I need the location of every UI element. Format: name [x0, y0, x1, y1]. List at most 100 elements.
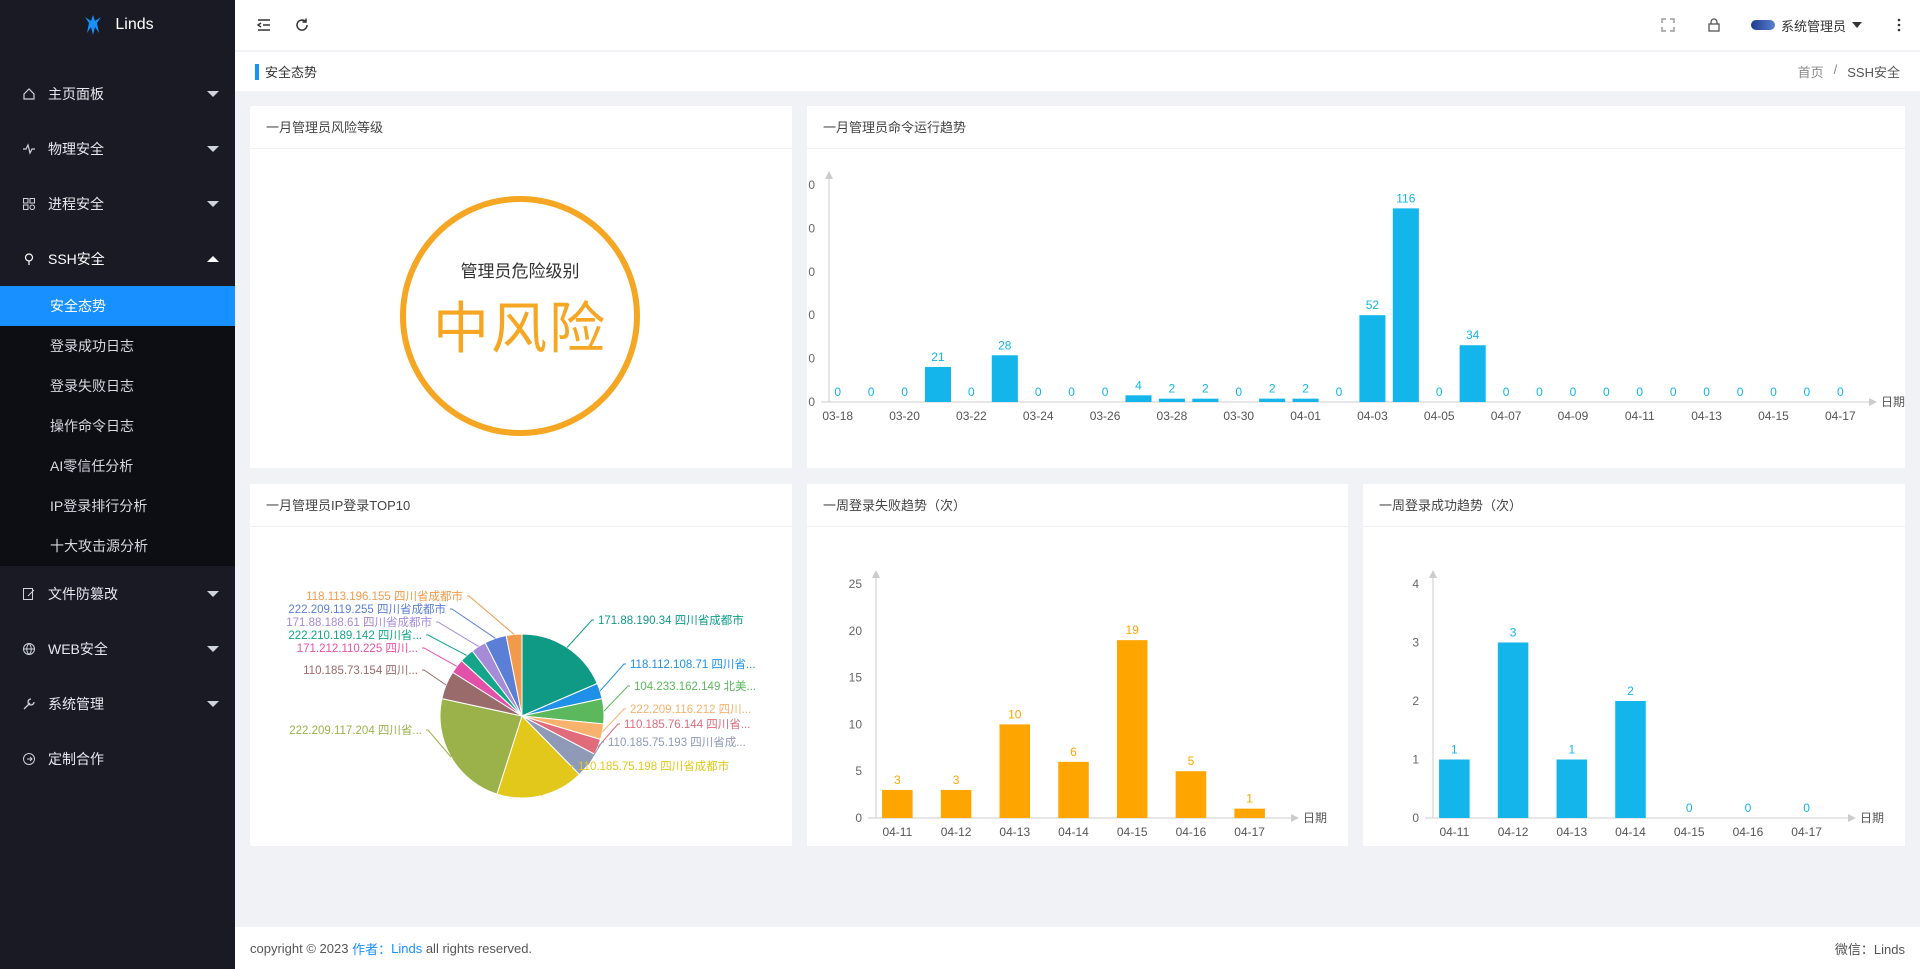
data-label: 0	[1035, 385, 1042, 399]
data-label: 5	[1188, 754, 1195, 768]
bar	[1392, 208, 1419, 402]
sidebar-item-label: SSH安全	[48, 250, 105, 267]
sidebar-subitem-top-attack-sources[interactable]: 十大攻击源分析	[0, 526, 235, 566]
chevron-down-icon	[207, 145, 219, 152]
sidebar-subitem-login-fail-log[interactable]: 登录失败日志	[0, 366, 235, 406]
x-tick-label: 04-17	[1791, 825, 1822, 839]
page-title-bar: 安全态势 首页 / SSH安全	[235, 51, 1920, 91]
pie-label: 118.113.196.155 四川省成都市	[306, 589, 463, 603]
pie-label-line	[599, 663, 626, 692]
pie-label: 118.112.108.71 四川省...	[630, 658, 756, 671]
refresh-icon[interactable]	[293, 16, 311, 34]
data-label: 0	[1436, 385, 1443, 399]
y-tick-label: 0	[808, 395, 815, 409]
risk-level: 中风险	[433, 297, 607, 362]
data-label: 0	[1770, 385, 1777, 399]
x-tick-label: 03-28	[1157, 409, 1188, 423]
header-actions: 系统管理员	[1659, 0, 1908, 50]
x-tick-label: 04-12	[941, 825, 972, 839]
bar	[1116, 640, 1148, 818]
bar	[999, 724, 1031, 818]
sidebar-subitem-ai-zero-trust[interactable]: AI零信任分析	[0, 446, 235, 486]
pie-label-line	[603, 685, 630, 712]
bar	[1359, 315, 1386, 402]
y-tick-label: 0	[808, 265, 815, 279]
sidebar-item-system[interactable]: 系统管理	[0, 676, 235, 731]
top-header: 系统管理员	[235, 0, 1920, 50]
y-tick-label: 20	[849, 624, 863, 638]
footer-author-label[interactable]: 作者：	[352, 939, 391, 958]
sidebar-subitem-ip-ranking[interactable]: IP登录排行分析	[0, 486, 235, 526]
lock-icon[interactable]	[1705, 16, 1723, 34]
breadcrumb: 首页 / SSH安全	[1798, 62, 1900, 81]
avatar	[1750, 20, 1775, 30]
globe-icon	[22, 642, 36, 656]
data-label: 52	[1366, 298, 1380, 312]
x-axis-label: 日期	[1860, 811, 1884, 825]
fullscreen-icon[interactable]	[1659, 16, 1677, 34]
sidebar-item-cooperate[interactable]: 定制合作	[0, 731, 235, 786]
pie-label: 171.212.110.225 四川...	[297, 642, 418, 655]
sidebar-subitem-login-success-log[interactable]: 登录成功日志	[0, 326, 235, 366]
y-tick-label: 0	[855, 811, 862, 825]
data-label: 3	[1510, 626, 1517, 640]
breadcrumb-home[interactable]: 首页	[1798, 62, 1824, 81]
sidebar-subitem-command-log[interactable]: 操作命令日志	[0, 406, 235, 446]
sidebar-item-web[interactable]: WEB安全	[0, 621, 235, 676]
pie-label: 222.209.117.204 四川省...	[289, 724, 422, 737]
tools-icon	[22, 697, 36, 711]
data-label: 0	[968, 385, 975, 399]
pie-label-line	[422, 669, 447, 686]
pie-label-line	[450, 608, 496, 639]
y-tick-label: 3	[1412, 636, 1419, 650]
data-label: 0	[834, 385, 841, 399]
footer-author-link[interactable]: Linds	[391, 941, 422, 956]
app-name: Linds	[115, 16, 154, 33]
x-tick-label: 04-01	[1290, 409, 1321, 423]
brand[interactable]: Linds	[0, 0, 235, 50]
sidebar-item-ssh[interactable]: SSH安全	[0, 231, 235, 286]
sidebar-item-label: 进程安全	[48, 195, 104, 212]
sidebar-item-physical[interactable]: 物理安全	[0, 121, 235, 176]
sidebar-item-process[interactable]: 进程安全	[0, 176, 235, 231]
x-tick-label: 04-11	[1625, 409, 1655, 423]
command-trend-panel: 一月管理员命令运行趋势 日期 0 0 0 0 0 0 0 0 0 21 0 28 0 0 0 4 2 2 0 2 2 0 52…	[807, 106, 1905, 468]
y-axis-arrow	[872, 570, 880, 578]
bar	[924, 366, 952, 402]
sidebar-item-file-protect[interactable]: 文件防篡改	[0, 566, 235, 621]
x-tick-label: 04-14	[1615, 825, 1646, 839]
bar	[1292, 398, 1319, 402]
data-label: 1	[1451, 743, 1458, 757]
collapse-menu-icon[interactable]	[255, 16, 273, 34]
y-tick-label: 0	[1412, 811, 1419, 825]
data-label: 1	[1246, 792, 1253, 806]
more-vertical-icon[interactable]	[1890, 16, 1908, 34]
chevron-down-icon	[207, 645, 219, 652]
x-tick-label: 04-17	[1234, 825, 1265, 839]
user-menu[interactable]: 系统管理员	[1750, 16, 1862, 35]
pie-label: 110.185.75.198 四川省成都市	[578, 759, 729, 773]
y-tick-label: 0	[808, 178, 815, 192]
x-axis-arrow	[1848, 814, 1856, 822]
pulse-icon	[22, 142, 36, 156]
data-label: 19	[1126, 623, 1140, 637]
x-axis-label: 日期	[1881, 395, 1905, 409]
sidebar-item-home[interactable]: 主页面板	[0, 66, 235, 121]
bar	[1158, 398, 1185, 402]
bar	[1125, 395, 1152, 402]
chevron-up-icon	[207, 255, 219, 262]
data-label: 0	[868, 385, 875, 399]
bar	[1058, 761, 1089, 818]
bulb-icon	[22, 252, 36, 266]
x-tick-label: 04-14	[1058, 825, 1089, 839]
x-tick-label: 04-16	[1176, 825, 1207, 839]
x-tick-label: 04-15	[1758, 409, 1789, 423]
risk-panel: 一月管理员风险等级 管理员危险级别 中风险	[250, 106, 792, 468]
data-label: 4	[1135, 378, 1142, 392]
pie-label-line	[467, 595, 515, 635]
sidebar-subitem-overview[interactable]: 安全态势	[0, 286, 235, 326]
pie-label: 171.88.190.34 四川省成都市	[598, 613, 744, 627]
y-tick-label: 2	[1412, 694, 1419, 708]
data-label: 0	[1686, 801, 1693, 815]
title-accent	[255, 63, 259, 80]
